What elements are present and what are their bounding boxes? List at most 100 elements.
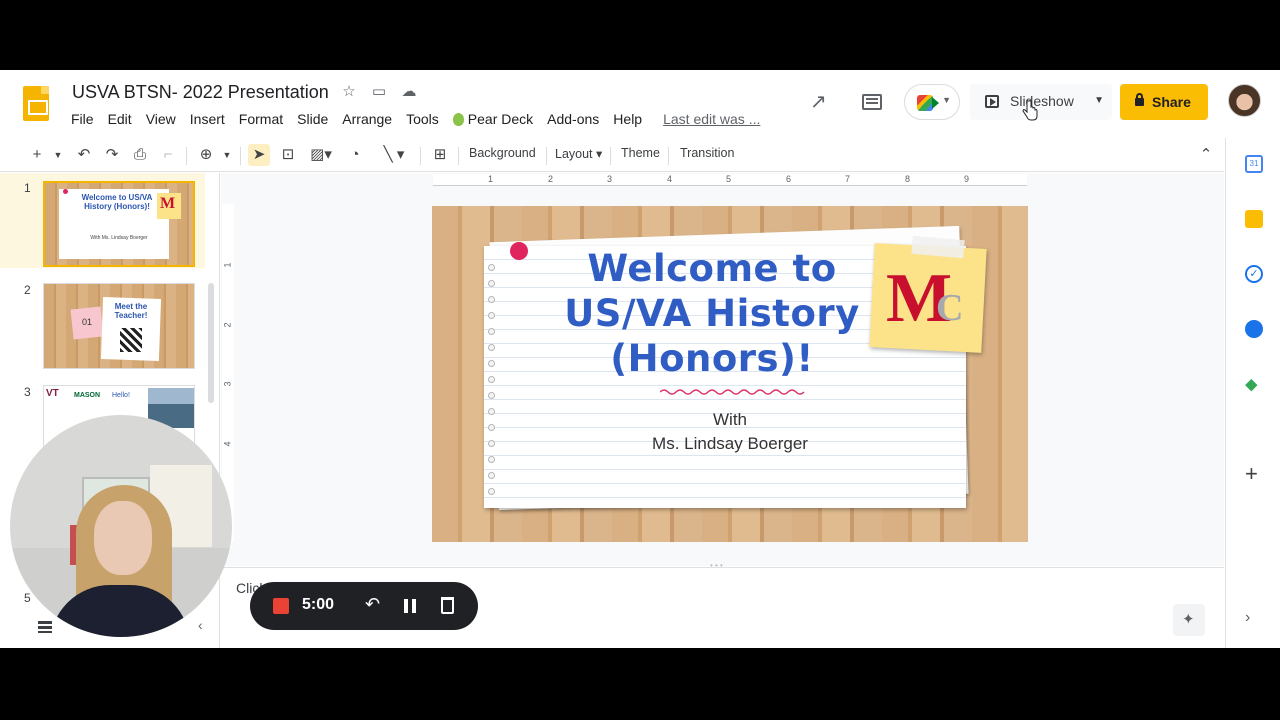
- meet-camera-icon: [917, 95, 933, 111]
- zoom-dropdown-icon[interactable]: ▼: [221, 144, 233, 166]
- contacts-icon[interactable]: [1245, 320, 1263, 338]
- star-icon[interactable]: ☆: [340, 82, 358, 100]
- title-line-1: Welcome to: [587, 247, 837, 290]
- recording-timer: 5:00: [302, 596, 335, 613]
- layout-button[interactable]: Layout ▾: [555, 146, 602, 161]
- lock-icon: [1135, 93, 1144, 106]
- side-panel: 31 ✓ ⬥ + ›: [1225, 138, 1280, 648]
- slide-title[interactable]: Welcome to US/VA History (Honors)!: [562, 246, 862, 381]
- slide-number: 2: [24, 283, 31, 297]
- restart-icon[interactable]: ↶: [365, 594, 380, 615]
- menu-arrange[interactable]: Arrange: [335, 109, 399, 129]
- cloud-status-icon[interactable]: ☁: [400, 82, 418, 100]
- share-label: Share: [1152, 94, 1191, 110]
- slide-number: 1: [24, 181, 31, 195]
- comments-icon[interactable]: [860, 84, 884, 120]
- menu-edit[interactable]: Edit: [101, 109, 139, 129]
- toolbar: + ▼ ↶ ↷ ⎙ ⌐ ⊕ ▼ ➤ ⊡ ▨▾ ◔ ╲ ▾ ⊞ Backgroun…: [0, 138, 1224, 172]
- menu-insert[interactable]: Insert: [183, 109, 232, 129]
- slide-subtitle[interactable]: With Ms. Lindsay Boerger: [582, 408, 878, 456]
- hand-cursor-icon: [1022, 100, 1038, 121]
- filmstrip-scrollbar[interactable]: [208, 283, 214, 403]
- subtitle-line-1: With: [713, 410, 747, 429]
- print-icon[interactable]: ⎙: [130, 144, 150, 166]
- new-slide-layout-icon[interactable]: ▼: [52, 144, 64, 166]
- filmstrip-slide-1[interactable]: 1 Welcome to US/VA History (Honors)! M W…: [0, 173, 205, 268]
- meet-button[interactable]: ▼: [904, 84, 960, 120]
- thumb-logo-text: MASON: [74, 392, 101, 399]
- push-pin-icon: [510, 242, 528, 260]
- delete-icon[interactable]: [441, 597, 454, 614]
- collapse-toolbar-icon[interactable]: ⌃: [1196, 144, 1216, 166]
- maps-icon[interactable]: ⬥: [1245, 375, 1263, 393]
- thumb-title: Welcome to US/VA History (Honors)!: [81, 193, 153, 211]
- slideshow-label: Slideshow: [1010, 93, 1074, 109]
- slide-thumbnail: Welcome to US/VA History (Honors)! M Wit…: [43, 181, 195, 267]
- paint-format-icon[interactable]: ⌐: [158, 144, 178, 166]
- undo-icon[interactable]: ↶: [74, 144, 94, 166]
- menu-pear-deck[interactable]: Pear Deck: [446, 109, 540, 129]
- chevron-down-icon: ▼: [942, 95, 951, 105]
- menu-help[interactable]: Help: [606, 109, 649, 129]
- slide-number: 3: [24, 385, 31, 399]
- layout-label: Layout: [555, 147, 593, 161]
- calendar-icon[interactable]: 31: [1245, 155, 1263, 173]
- text-box-icon[interactable]: ⊡: [278, 144, 298, 166]
- account-avatar[interactable]: [1228, 84, 1261, 117]
- present-icon: [985, 95, 999, 108]
- collapse-filmstrip-icon[interactable]: ‹: [198, 617, 203, 633]
- image-icon[interactable]: ▨▾: [306, 144, 336, 166]
- menu-slide[interactable]: Slide: [290, 109, 335, 129]
- menu-add-ons[interactable]: Add-ons: [540, 109, 606, 129]
- share-button[interactable]: Share: [1120, 84, 1208, 120]
- google-slides-window: USVA BTSN- 2022 Presentation ☆ ▭ ☁ File …: [0, 70, 1280, 648]
- select-icon[interactable]: ➤: [248, 144, 270, 166]
- menu-format[interactable]: Format: [232, 109, 290, 129]
- grid-view-icon[interactable]: [38, 620, 52, 633]
- presenter-face: [94, 501, 152, 575]
- filmstrip-slide-2[interactable]: 2 01 Meet the Teacher!: [0, 275, 205, 370]
- menu-tools[interactable]: Tools: [399, 109, 446, 129]
- explore-button[interactable]: [1173, 604, 1205, 636]
- slide-thumbnail: 01 Meet the Teacher!: [43, 283, 195, 369]
- new-slide-icon[interactable]: +: [28, 144, 46, 166]
- menu-file[interactable]: File: [64, 109, 101, 129]
- pause-icon[interactable]: [404, 599, 416, 613]
- tasks-icon[interactable]: ✓: [1245, 265, 1263, 283]
- thumb-title: Hello!: [112, 392, 130, 399]
- redo-icon[interactable]: ↷: [102, 144, 122, 166]
- pear-deck-label: Pear Deck: [467, 111, 534, 127]
- transition-button[interactable]: Transition: [680, 146, 734, 160]
- theme-button[interactable]: Theme: [621, 146, 660, 160]
- background-button[interactable]: Background: [469, 146, 536, 160]
- recording-controls: 5:00 ↶: [250, 582, 478, 630]
- title-line-2: US/VA History: [564, 292, 860, 335]
- notes-resize-handle[interactable]: • • •: [710, 561, 734, 570]
- activity-dashboard-icon[interactable]: ↗: [810, 84, 832, 120]
- school-logo-c: C: [936, 287, 964, 329]
- paper-holes: [488, 250, 498, 510]
- webcam-bubble[interactable]: [10, 415, 232, 637]
- last-edit-link[interactable]: Last edit was ...: [663, 109, 760, 129]
- pear-icon: [452, 113, 464, 126]
- squiggle-underline: [660, 389, 805, 395]
- slideshow-button[interactable]: Slideshow ▼: [970, 84, 1112, 120]
- menu-bar: File Edit View Insert Format Slide Arran…: [64, 109, 760, 129]
- menu-view[interactable]: View: [139, 109, 183, 129]
- show-side-panel-icon[interactable]: ›: [1245, 609, 1263, 627]
- current-slide[interactable]: Welcome to US/VA History (Honors)! With …: [432, 206, 1028, 542]
- shape-icon[interactable]: ◔: [344, 144, 366, 166]
- line-icon[interactable]: ╲ ▾: [374, 144, 414, 166]
- insert-comment-icon[interactable]: ⊞: [429, 144, 451, 166]
- move-folder-icon[interactable]: ▭: [370, 82, 388, 100]
- thumb-title: Meet the Teacher!: [114, 302, 148, 320]
- subtitle-line-2: Ms. Lindsay Boerger: [652, 434, 808, 453]
- keep-icon[interactable]: [1245, 210, 1263, 228]
- slideshow-dropdown-icon[interactable]: ▼: [1094, 95, 1104, 106]
- stop-recording-button[interactable]: [273, 598, 289, 614]
- document-title[interactable]: USVA BTSN- 2022 Presentation: [72, 82, 329, 103]
- title-line-3: (Honors)!: [610, 337, 814, 380]
- get-add-ons-icon[interactable]: +: [1245, 463, 1263, 485]
- slides-logo-icon[interactable]: [23, 86, 49, 121]
- zoom-icon[interactable]: ⊕: [196, 144, 216, 166]
